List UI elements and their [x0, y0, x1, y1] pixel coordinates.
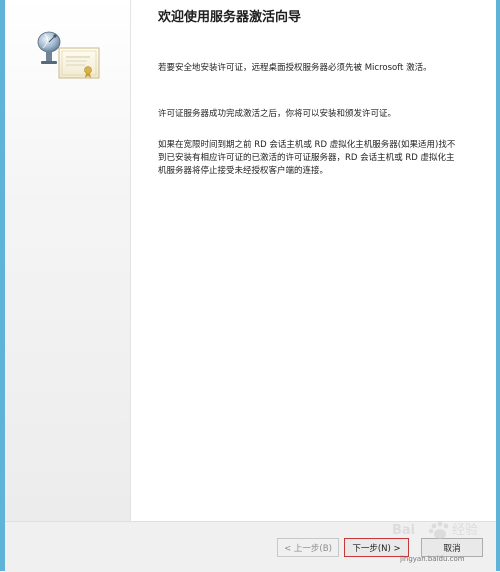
intro-paragraph-install: 许可证服务器成功完成激活之后，你将可以安装和颁发许可证。	[158, 109, 397, 119]
wizard-footer: < 上一步(B) 下一步(N) > 取消	[5, 521, 496, 572]
wizard-title: 欢迎使用服务器激活向导	[158, 10, 302, 25]
intro-paragraph-activation: 若要安全地安装许可证，远程桌面授权服务器必须先被 Microsoft 激活。	[158, 63, 432, 73]
watermark-url: jingyan.baidu.com	[400, 555, 465, 563]
window-frame-right	[496, 0, 500, 571]
wizard-sidebar	[5, 0, 131, 521]
license-server-certificate-icon	[35, 30, 105, 90]
intro-paragraph-grace-period: 如果在宽限时间到期之前 RD 会话主机或 RD 虚拟化主机服务器(如果适用)找不…	[158, 140, 456, 176]
back-button[interactable]: < 上一步(B)	[277, 538, 339, 557]
